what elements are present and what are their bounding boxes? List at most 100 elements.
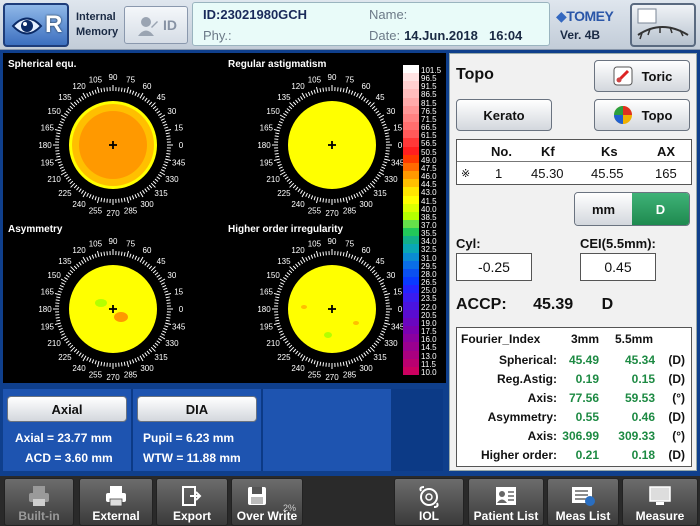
map-tick	[55, 135, 60, 138]
map-tick	[103, 362, 106, 367]
map-tick	[162, 120, 167, 124]
map-tick	[315, 250, 319, 257]
map-tick	[299, 354, 304, 358]
map-tick	[60, 171, 67, 176]
map-tick	[67, 178, 72, 182]
map-tick	[129, 196, 132, 201]
map-tick	[126, 197, 130, 204]
axial-button[interactable]: Axial	[7, 396, 127, 422]
kerato-button[interactable]: Kerato	[456, 99, 552, 131]
unit-d-option[interactable]: D	[632, 193, 689, 225]
map-angle-label: 315	[154, 189, 168, 198]
map-tick	[96, 361, 100, 368]
toric-button[interactable]: Toric	[594, 60, 690, 92]
map-tick	[301, 191, 306, 198]
map-tick	[56, 319, 61, 322]
unit-mm-option[interactable]: mm	[575, 193, 632, 225]
map-tick	[141, 260, 146, 264]
map-spherical[interactable]: 0153045607590105120135150165180195210225…	[5, 67, 221, 217]
map-asymmetry[interactable]: 0153045607590105120135150165180195210225…	[5, 231, 221, 381]
map-tick	[322, 198, 325, 203]
scope-mode-button[interactable]	[630, 3, 696, 47]
map-tick	[61, 169, 66, 172]
map-tick	[166, 152, 171, 155]
map-tick	[348, 89, 351, 94]
map-tick	[57, 126, 62, 129]
map-tick	[69, 180, 74, 185]
map-tick	[154, 108, 159, 112]
map-tick	[152, 344, 157, 349]
map-tick	[367, 184, 372, 189]
map-tick	[148, 184, 153, 189]
maps-panel: Spherical equ. Regular astigmatism Asymm…	[3, 53, 446, 383]
map-tick	[353, 91, 357, 96]
meas-list-button[interactable]: Meas List	[547, 478, 619, 526]
external-button[interactable]: External	[79, 478, 153, 526]
overwrite-button[interactable]: 2% Over Write	[231, 478, 303, 526]
patient-id: ID:23021980GCH	[203, 7, 308, 22]
map-tick	[277, 287, 282, 291]
map-tick	[61, 333, 66, 336]
id-button[interactable]: ID	[124, 6, 188, 44]
app-window: R Internal Memory ID ID:23021980GCH Name…	[0, 0, 700, 526]
map-tick	[96, 197, 100, 204]
map-zone	[95, 299, 107, 307]
map-tick	[305, 257, 308, 262]
map-tick	[378, 335, 385, 340]
map-tick	[59, 120, 64, 124]
scale-swatch	[403, 366, 419, 376]
iol-button[interactable]: IOL	[394, 478, 464, 526]
patient-list-button[interactable]: Patient List	[468, 478, 544, 526]
map-tick	[367, 101, 372, 106]
map-angle-label: 60	[362, 82, 371, 91]
builtin-button[interactable]: Built-in	[4, 478, 74, 526]
map-tick	[82, 191, 87, 198]
map-tick	[297, 188, 301, 193]
map-tick	[137, 356, 140, 361]
scope-icon	[637, 8, 689, 40]
map-tick	[54, 292, 61, 296]
map-tick	[64, 112, 68, 117]
map-tick	[73, 348, 78, 353]
map-angle-label: 285	[343, 371, 357, 380]
eye-select-button[interactable]: R	[3, 3, 69, 47]
map-angle-label: 255	[89, 207, 103, 216]
map-tick	[126, 250, 130, 257]
map-angle-label: 180	[257, 305, 271, 314]
map-tick	[358, 92, 363, 99]
meas-list-icon	[572, 487, 595, 506]
map-tick	[131, 195, 135, 200]
map-tick	[278, 120, 283, 124]
map-tick	[129, 253, 132, 258]
map-tick	[275, 296, 280, 299]
dia-button[interactable]: DIA	[137, 396, 257, 422]
measure-button[interactable]: Measure	[622, 478, 698, 526]
map-angle-label: 30	[167, 107, 176, 116]
map-tick	[152, 269, 157, 274]
map-angle-label: 300	[140, 200, 154, 209]
acd-value: ACD = 3.60 mm	[25, 451, 113, 465]
topo-button[interactable]: Topo	[594, 99, 690, 131]
map-tick	[80, 354, 85, 358]
map-angle-label: 180	[38, 141, 52, 150]
map-tick	[278, 166, 283, 170]
map-angle-label: 330	[384, 175, 398, 184]
unit-toggle[interactable]: mm D	[574, 192, 690, 226]
map-tick	[166, 299, 171, 302]
map-tick	[356, 192, 359, 197]
map-angle-label: 45	[376, 93, 385, 102]
map-tick	[369, 102, 375, 108]
map-angle-label: 210	[47, 339, 61, 348]
table-row[interactable]: ※ 1 45.30 45.55 165	[457, 162, 691, 184]
map-tick	[369, 346, 375, 352]
map-tick	[86, 257, 89, 262]
map-tick	[152, 180, 157, 185]
map-tick	[377, 173, 381, 178]
map-angle-label: 225	[58, 189, 72, 198]
map-tick	[360, 190, 365, 194]
fourier-row: Higher order: 0.21 0.18 (D)	[480, 448, 685, 462]
map-angle-label: 255	[308, 207, 322, 216]
export-button[interactable]: Export	[156, 478, 228, 526]
map-tick	[131, 254, 135, 259]
map-tick	[94, 360, 97, 365]
